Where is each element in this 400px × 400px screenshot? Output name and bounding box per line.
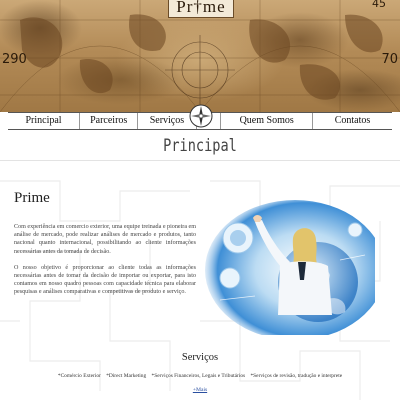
site-logo[interactable]: Pr†me	[168, 0, 234, 18]
map-degree-right: 70	[381, 52, 398, 67]
content-paragraph: O nosso objetivo é proporcionar ao clien…	[14, 264, 196, 296]
service-item: *Serviços Financeiros, Legais e Tributár…	[151, 373, 246, 379]
more-services-link[interactable]: +Mais	[0, 387, 400, 393]
hero-image-globe-touch	[205, 200, 375, 335]
map-degree-left: 290	[2, 52, 27, 67]
services-list: *Comércio Exterior *Direct Marketing *Se…	[0, 373, 400, 379]
nav-item-principal[interactable]: Principal	[8, 113, 81, 129]
content-heading: Prime	[14, 190, 50, 206]
service-item: *Comércio Exterior	[57, 373, 101, 379]
content-paragraph: Com experiência em comercio exterior, um…	[14, 224, 196, 255]
service-item: *Serviços de revisão, tradução e interpr…	[250, 373, 343, 379]
map-degree-top: 45	[372, 0, 386, 10]
nav-item-quem-somos[interactable]: Quem Somos	[221, 113, 314, 129]
nav-item-parceiros[interactable]: Parceiros	[80, 113, 139, 129]
service-item: *Direct Marketing	[106, 373, 147, 379]
page-title: Principal	[163, 136, 237, 156]
compass-icon	[189, 104, 213, 128]
nav-item-servicos[interactable]: Serviços	[138, 113, 197, 129]
services-title: Serviços	[181, 352, 219, 363]
nav-item-contatos[interactable]: Contatos	[313, 113, 392, 129]
content-body: Com experiência em comercio exterior, um…	[14, 223, 196, 305]
header-map-banner: Pr†me 290 70 45	[0, 0, 400, 112]
